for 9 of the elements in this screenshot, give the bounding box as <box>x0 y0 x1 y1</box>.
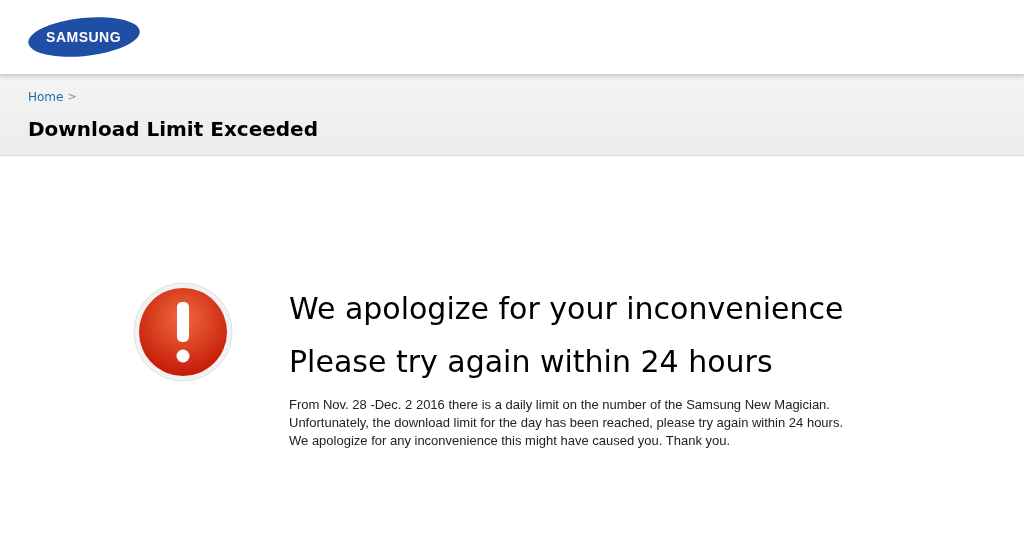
message-text: We apologize for any inconvenience this might have caused you. Thank you. <box>289 432 732 450</box>
warning-icon <box>133 282 233 382</box>
message-heading: Please try again within 24 hours <box>289 343 774 381</box>
message-text: Unfortunately, the download limit for the day has been reached, please try again within 24 hours. <box>289 414 844 432</box>
breadcrumb-separator: > <box>67 88 77 105</box>
page-title: Download Limit Exceeded <box>28 116 319 143</box>
message-text: From Nov. 28 -Dec. 2 2016 there is a daily limit on the number of the Samsung New Magician. <box>289 396 831 414</box>
message-heading: We apologize for your inconvenience <box>289 290 844 328</box>
breadcrumb-link[interactable]: Home <box>28 88 64 106</box>
